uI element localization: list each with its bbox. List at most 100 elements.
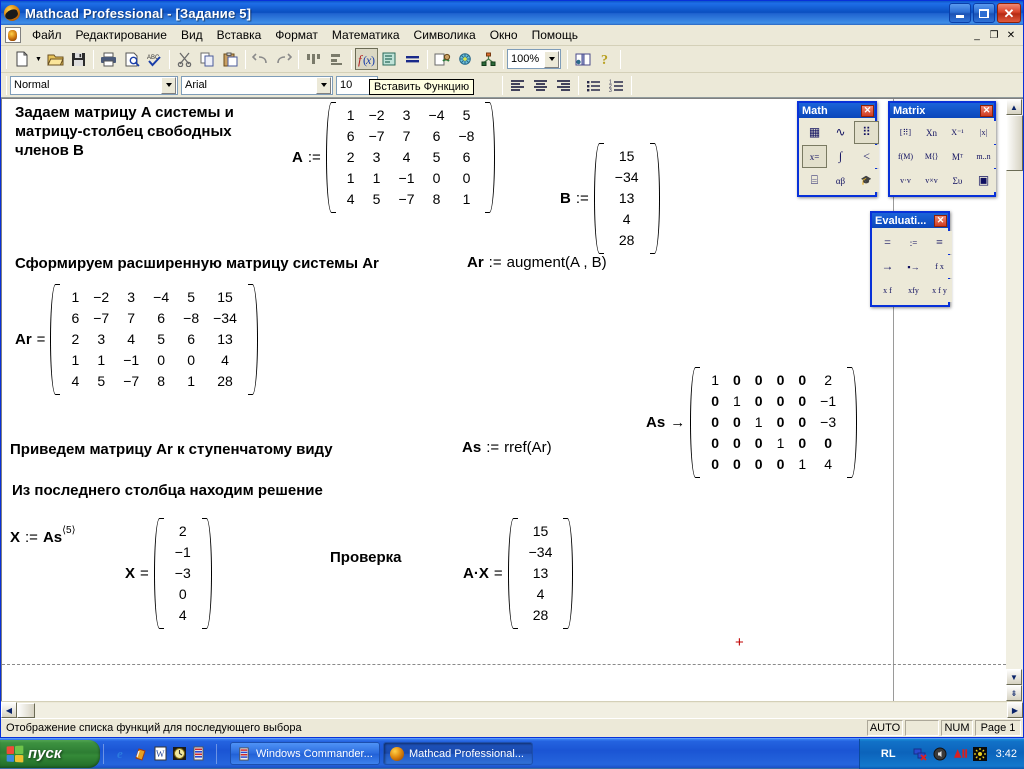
symbolic-eval-button[interactable]: → (875, 255, 900, 278)
determinant-button[interactable]: |x| (971, 121, 996, 144)
infix-operator-button[interactable]: xfy (901, 279, 926, 302)
menu-item-file[interactable]: Файл (25, 26, 69, 44)
scroll-left-button[interactable]: ◀ (1, 702, 17, 718)
menu-item-symbolics[interactable]: Символика (407, 26, 483, 44)
horizontal-scroll-track[interactable] (35, 703, 1007, 718)
matrix-palette-close-button[interactable]: ✕ (980, 105, 993, 117)
vertical-scroll-thumb[interactable] (1006, 115, 1023, 171)
vectorize-button[interactable]: f(M) (893, 145, 918, 168)
evaluation-palette-title-bar[interactable]: Evaluati... ✕ (872, 213, 948, 228)
equation-region-as-definition[interactable]: As := rref(Ar) (462, 439, 552, 456)
math-palette-title-bar[interactable]: Math ✕ (799, 103, 875, 118)
vertical-scrollbar[interactable]: ▲ ▼ ⇟ (1006, 98, 1023, 701)
resource-center-button[interactable] (571, 48, 594, 70)
range-variable-button[interactable]: m..n (971, 145, 996, 168)
align-left-button[interactable] (506, 74, 529, 96)
align-regions-vertical-button[interactable] (325, 48, 348, 70)
menu-item-view[interactable]: Вид (174, 26, 210, 44)
evaluation-palette-close-button[interactable]: ✕ (934, 215, 947, 227)
redo-button[interactable] (272, 48, 295, 70)
equation-region-matrix-b[interactable]: B := 15−3413428 (560, 143, 660, 254)
symbolic-keyword-eval-button[interactable]: ▪→ (901, 255, 926, 278)
menu-item-edit[interactable]: Редактирование (69, 26, 174, 44)
text-region-last-column[interactable]: Из последнего столбца находим решение (12, 481, 323, 500)
boolean-toolbar-button[interactable]: < (854, 145, 879, 168)
prefix-operator-button[interactable]: x f (875, 279, 900, 302)
menu-item-insert[interactable]: Вставка (210, 26, 269, 44)
calculate-button[interactable] (401, 48, 424, 70)
math-palette[interactable]: Math ✕ ▦∿⠿x=∫<⌸αβ🎓 (797, 101, 877, 197)
taskbar-item-commander[interactable]: Windows Commander... (230, 742, 380, 765)
matrix-palette-title-bar[interactable]: Matrix ✕ (890, 103, 994, 118)
horizontal-scrollbar[interactable]: ◀ ▶ (1, 701, 1023, 718)
word-icon[interactable]: W (152, 746, 168, 762)
mdi-minimize-button[interactable]: _ (969, 28, 985, 43)
speaker-icon[interactable] (933, 746, 948, 761)
print-button[interactable] (97, 48, 120, 70)
equal-button[interactable]: = (875, 231, 900, 254)
matrix-subscript-button[interactable]: Xn (919, 121, 944, 144)
menu-item-help[interactable]: Помощь (525, 26, 585, 44)
start-button[interactable]: пуск (0, 740, 100, 768)
text-region-define-matrices[interactable]: Задаем матрицу A системы и матрицу-столб… (15, 103, 234, 160)
text-region-check[interactable]: Проверка (330, 548, 401, 567)
copy-button[interactable] (196, 48, 219, 70)
equation-region-ar-definition[interactable]: Ar := augment(A , B) (467, 254, 607, 271)
calculator-toolbar-button[interactable]: ▦ (802, 121, 827, 144)
align-center-button[interactable] (529, 74, 552, 96)
equation-region-ax-result[interactable]: A·X = 15−3413428 (463, 518, 573, 629)
save-button[interactable] (67, 48, 90, 70)
zoom-dropdown-arrow-icon[interactable] (544, 51, 559, 68)
mdi-restore-button[interactable]: ❐ (986, 28, 1002, 43)
scroll-right-button[interactable]: ▶ (1007, 702, 1023, 718)
vertical-scroll-track[interactable] (1006, 115, 1023, 669)
symbolic-toolbar-button[interactable]: 🎓 (854, 169, 879, 192)
network-icon[interactable] (913, 746, 928, 761)
horizontal-scroll-thumb[interactable] (17, 703, 35, 718)
worksheet-area[interactable]: Задаем матрицу A системы и матрицу-столб… (1, 98, 1006, 701)
menu-item-math[interactable]: Математика (325, 26, 407, 44)
paste-button[interactable] (219, 48, 242, 70)
font-dropdown-arrow-icon[interactable] (316, 77, 331, 94)
text-region-augmented[interactable]: Сформируем расширенную матрицу системы A… (15, 254, 379, 273)
restore-button[interactable] (973, 3, 995, 23)
matrix-palette[interactable]: Matrix ✕ [⠿]XnX⁻¹|x|f(M)M⟨⟩Mᵀm..nv·vv×vΣ… (888, 101, 996, 197)
matrix-inverse-button[interactable]: X⁻¹ (945, 121, 970, 144)
greek-toolbar-button[interactable]: αβ (828, 169, 853, 192)
insert-hyperlink-button[interactable] (431, 48, 454, 70)
scroll-page-down-button[interactable]: ⇟ (1006, 685, 1022, 701)
align-regions-horizontal-button[interactable] (302, 48, 325, 70)
equation-region-matrix-a[interactable]: A := 1−23−456−776−82345611−10045−781 (292, 102, 495, 213)
windows-commander-icon[interactable] (190, 746, 206, 762)
equation-region-x-definition[interactable]: X := As ⟨5⟩ (10, 529, 76, 546)
scroll-down-button[interactable]: ▼ (1006, 669, 1022, 685)
spell-check-button[interactable]: ABC (143, 48, 166, 70)
bullet-list-button[interactable] (582, 74, 605, 96)
undo-button[interactable] (249, 48, 272, 70)
insert-unit-button[interactable] (378, 48, 401, 70)
matrix-transpose-button[interactable]: Mᵀ (945, 145, 970, 168)
document-icon[interactable] (5, 27, 21, 43)
minimize-button[interactable] (949, 3, 971, 23)
evaluation-palette[interactable]: Evaluati... ✕ =:=≡→▪→f xx fxfyx f y (870, 211, 950, 307)
mdi-close-button[interactable]: ✕ (1003, 28, 1019, 43)
scroll-up-button[interactable]: ▲ (1006, 99, 1022, 115)
picture-button[interactable]: ▣ (971, 169, 996, 192)
matrix-toolbar-button[interactable]: ⠿ (854, 121, 879, 144)
clock-icon[interactable] (171, 746, 187, 762)
matrix-column-button[interactable]: M⟨⟩ (919, 145, 944, 168)
insert-component-button[interactable] (454, 48, 477, 70)
display-settings-icon[interactable] (973, 746, 988, 761)
internet-explorer-icon[interactable]: e (114, 746, 130, 762)
print-preview-button[interactable] (120, 48, 143, 70)
close-button[interactable]: ✕ (997, 3, 1021, 23)
dot-product-button[interactable]: v·v (893, 169, 918, 192)
taskbar-item-mathcad[interactable]: Mathcad Professional... (383, 742, 533, 765)
open-button[interactable] (44, 48, 67, 70)
cross-product-button[interactable]: v×v (919, 169, 944, 192)
new-document-button[interactable] (10, 48, 33, 70)
font-family-combo[interactable]: Arial (181, 76, 333, 95)
menu-item-format[interactable]: Формат (268, 26, 325, 44)
calculus-toolbar-button[interactable]: ∫ (828, 145, 853, 168)
system-clock[interactable]: 3:42 (996, 748, 1017, 760)
